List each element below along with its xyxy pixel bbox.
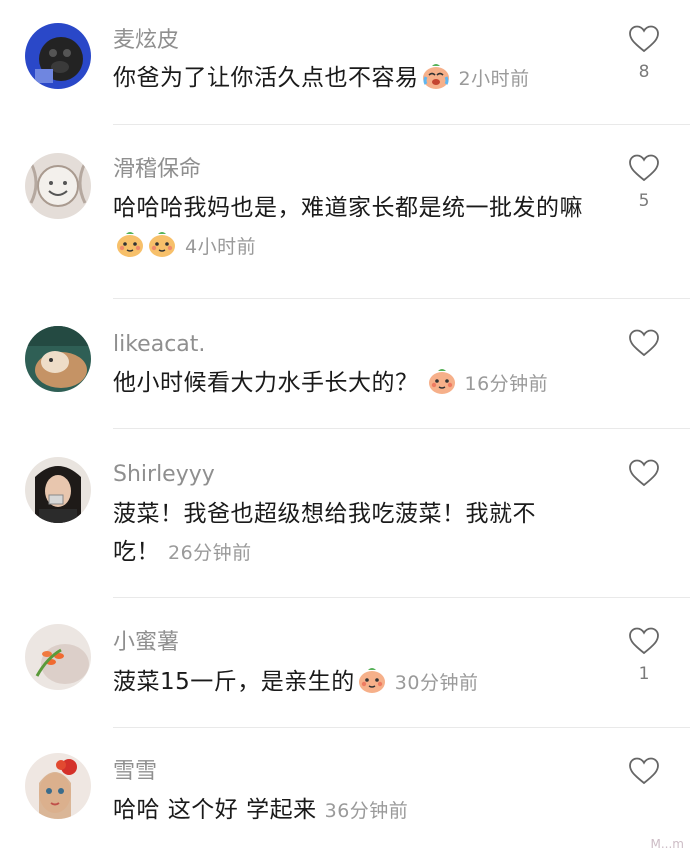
username[interactable]: 雪雪 xyxy=(113,759,157,785)
comment-text: 你爸为了让你活久点也不容易 2小时前 xyxy=(113,59,583,98)
avatar[interactable] xyxy=(25,23,91,89)
like-count: 1 xyxy=(638,664,650,684)
username[interactable]: likeacat. xyxy=(113,332,205,358)
like-count: 8 xyxy=(638,62,650,82)
comment-message: 哈哈哈我妈也是，难道家长都是统一批发的嘛 xyxy=(113,195,583,221)
peach-face-icon xyxy=(427,366,457,396)
comment-text: 菠菜15一斤，是亲生的 30分钟前 xyxy=(113,663,583,702)
comment-time: 16分钟前 xyxy=(464,373,549,395)
comment-time: 36分钟前 xyxy=(324,800,409,822)
comment-time: 4小时前 xyxy=(185,236,257,258)
comment-message: 你爸为了让你活久点也不容易 xyxy=(113,65,419,91)
comment-item: 雪雪 哈哈 这个好 学起来 36分钟前 xyxy=(0,728,690,857)
username[interactable]: Shirleyyy xyxy=(113,462,215,488)
like-button[interactable] xyxy=(626,328,662,366)
comment-item: 小蜜薯 菠菜15一斤，是亲生的 30分钟前 1 xyxy=(0,598,690,728)
comment-message: 哈哈 这个好 学起来 xyxy=(113,797,317,823)
peach-face-icon xyxy=(357,665,387,695)
username[interactable]: 小蜜薯 xyxy=(113,630,179,656)
avatar[interactable] xyxy=(25,326,91,392)
heart-icon xyxy=(629,329,659,357)
comment-time: 26分钟前 xyxy=(168,542,252,564)
peach-face-icon xyxy=(147,229,177,259)
comment-item: Shirleyyy 菠菜！我爸也超级想给我吃菠菜！我就不吃！ 26分钟前 xyxy=(0,429,690,597)
comment-item: 滑稽保命 哈哈哈我妈也是，难道家长都是统一批发的嘛 4小时前 5 xyxy=(0,125,690,299)
avatar[interactable] xyxy=(25,753,91,819)
avatar[interactable] xyxy=(25,153,91,219)
comment-item: likeacat. 他小时候看大力水手长大的？ 16分钟前 xyxy=(0,299,690,429)
comment-text: 菠菜！我爸也超级想给我吃菠菜！我就不吃！ 26分钟前 xyxy=(113,495,573,572)
comment-time: 30分钟前 xyxy=(394,672,479,694)
heart-icon xyxy=(629,459,659,487)
heart-icon xyxy=(629,25,659,53)
comment-time: 2小时前 xyxy=(458,68,530,90)
comment-message: 他小时候看大力水手长大的？ xyxy=(113,370,419,396)
like-button[interactable]: 5 xyxy=(626,153,662,211)
comment-message: 菠菜15一斤，是亲生的 xyxy=(113,669,355,695)
username[interactable]: 滑稽保命 xyxy=(113,157,201,183)
username[interactable]: 麦炫皮 xyxy=(113,28,179,54)
avatar[interactable] xyxy=(25,457,91,523)
like-button[interactable] xyxy=(626,458,662,496)
comment-text: 哈哈 这个好 学起来 36分钟前 xyxy=(113,791,583,830)
watermark: M...m xyxy=(650,837,685,851)
heart-icon xyxy=(629,627,659,655)
avatar[interactable] xyxy=(25,624,91,690)
peach-face-icon xyxy=(115,229,145,259)
heart-icon xyxy=(629,154,659,182)
like-button[interactable]: 1 xyxy=(626,626,662,684)
comment-item: 麦炫皮 你爸为了让你活久点也不容易 2小时前 8 xyxy=(0,0,690,125)
like-count: 5 xyxy=(638,191,650,211)
crying-laughing-peach-icon xyxy=(421,61,451,91)
like-button[interactable] xyxy=(626,756,662,794)
comment-text: 他小时候看大力水手长大的？ 16分钟前 xyxy=(113,364,583,403)
like-button[interactable]: 8 xyxy=(626,24,662,82)
comment-text: 哈哈哈我妈也是，难道家长都是统一批发的嘛 4小时前 xyxy=(113,189,593,266)
heart-icon xyxy=(629,757,659,785)
